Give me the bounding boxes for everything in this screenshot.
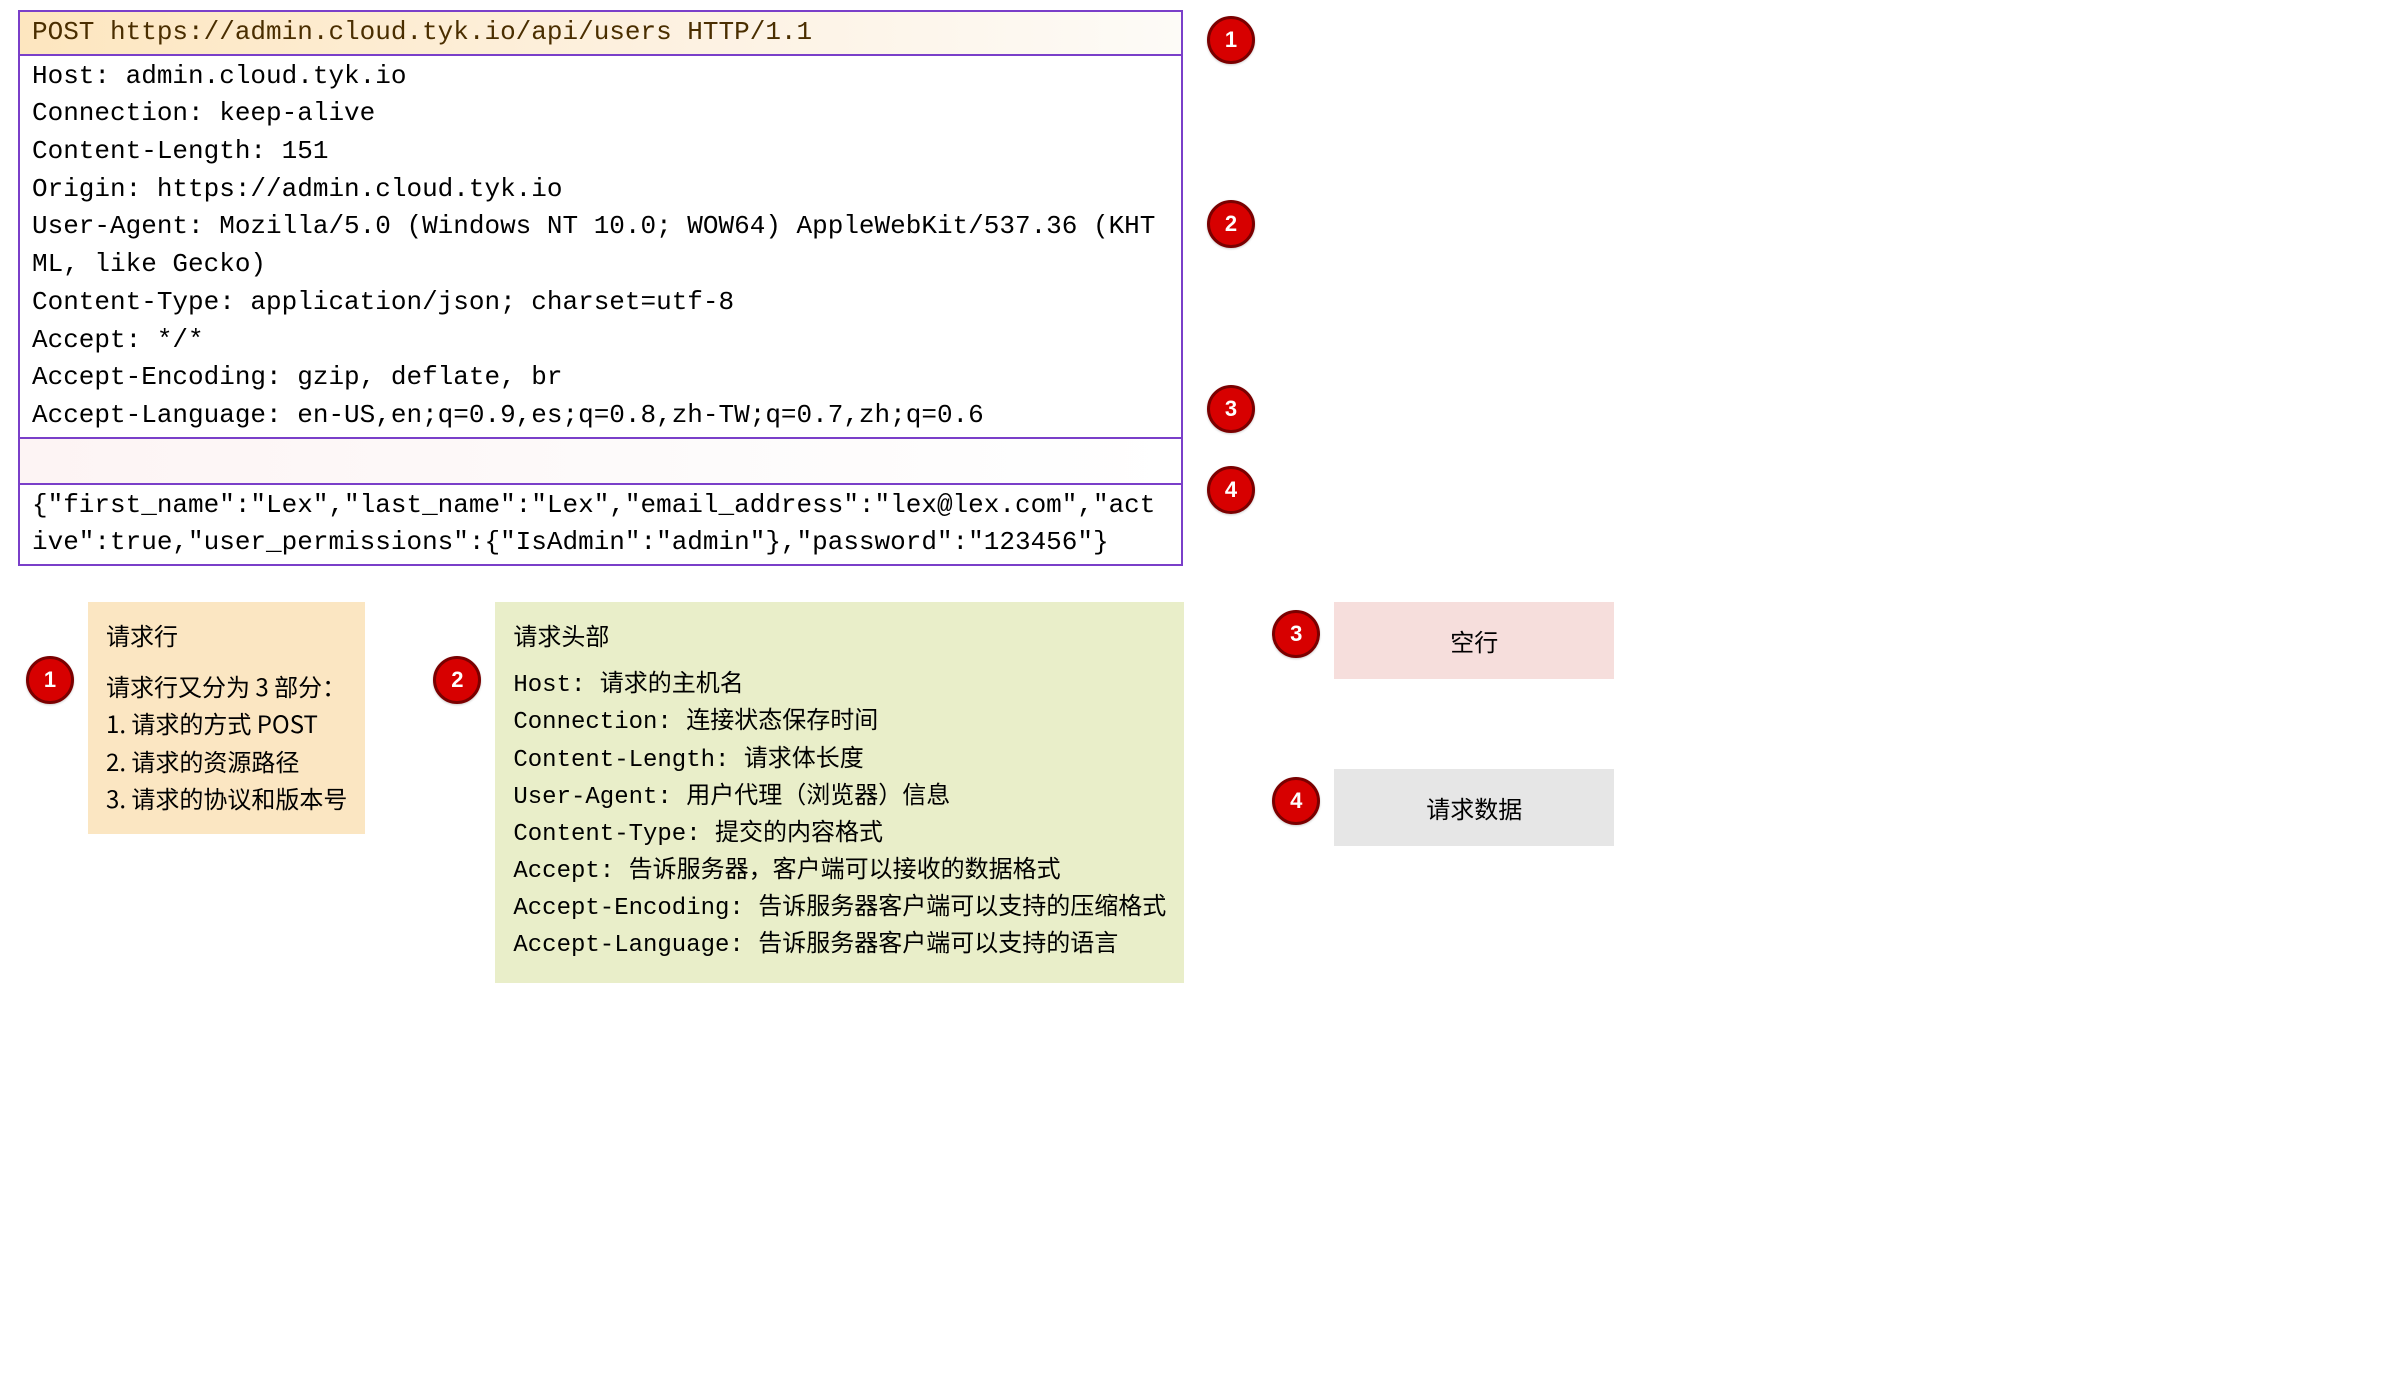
legend-title-4: 请求数据 [1426, 790, 1522, 825]
legend-title-3: 空行 [1450, 623, 1498, 658]
badge-4: 4 [1207, 466, 1255, 514]
legend-box-body: 请求数据 [1334, 769, 1614, 846]
legend-title-2: 请求头部 [513, 616, 1166, 653]
legend-item-1: 1 请求行 请求行又分为 3 部分： 1. 请求的方式 POST 2. 请求的资… [26, 602, 365, 834]
badge-3: 3 [1207, 385, 1255, 433]
request-headers: Host: admin.cloud.tyk.io Connection: kee… [20, 54, 1181, 437]
request-line: POST https://admin.cloud.tyk.io/api/user… [20, 12, 1181, 54]
legend-body-1: 请求行又分为 3 部分： 1. 请求的方式 POST 2. 请求的资源路径 3.… [106, 667, 347, 816]
legend-box-request-line: 请求行 请求行又分为 3 部分： 1. 请求的方式 POST 2. 请求的资源路… [88, 602, 365, 834]
legend: 1 请求行 请求行又分为 3 部分： 1. 请求的方式 POST 2. 请求的资… [18, 602, 2375, 983]
legend-body-2: Host: 请求的主机名 Connection: 连接状态保存时间 Conten… [513, 667, 1166, 965]
request-blank-line [20, 437, 1181, 483]
request-panel: POST https://admin.cloud.tyk.io/api/user… [18, 10, 1183, 566]
badge-1: 1 [1207, 16, 1255, 64]
badge-column: 1 2 3 4 [1207, 10, 1261, 566]
legend-item-2: 2 请求头部 Host: 请求的主机名 Connection: 连接状态保存时间… [433, 602, 1184, 983]
badge-2: 2 [1207, 200, 1255, 248]
legend-box-headers: 请求头部 Host: 请求的主机名 Connection: 连接状态保存时间 C… [495, 602, 1184, 983]
legend-item-3: 3 空行 [1272, 602, 1614, 679]
legend-badge-4: 4 [1272, 777, 1320, 825]
legend-title-1: 请求行 [106, 616, 347, 653]
legend-badge-1: 1 [26, 656, 74, 704]
legend-box-blank-line: 空行 [1334, 602, 1614, 679]
legend-badge-3: 3 [1272, 610, 1320, 658]
legend-badge-2: 2 [433, 656, 481, 704]
legend-item-4: 4 请求数据 [1272, 769, 1614, 846]
http-request-diagram: POST https://admin.cloud.tyk.io/api/user… [18, 10, 2375, 566]
request-body: {"first_name":"Lex","last_name":"Lex","e… [20, 483, 1181, 564]
